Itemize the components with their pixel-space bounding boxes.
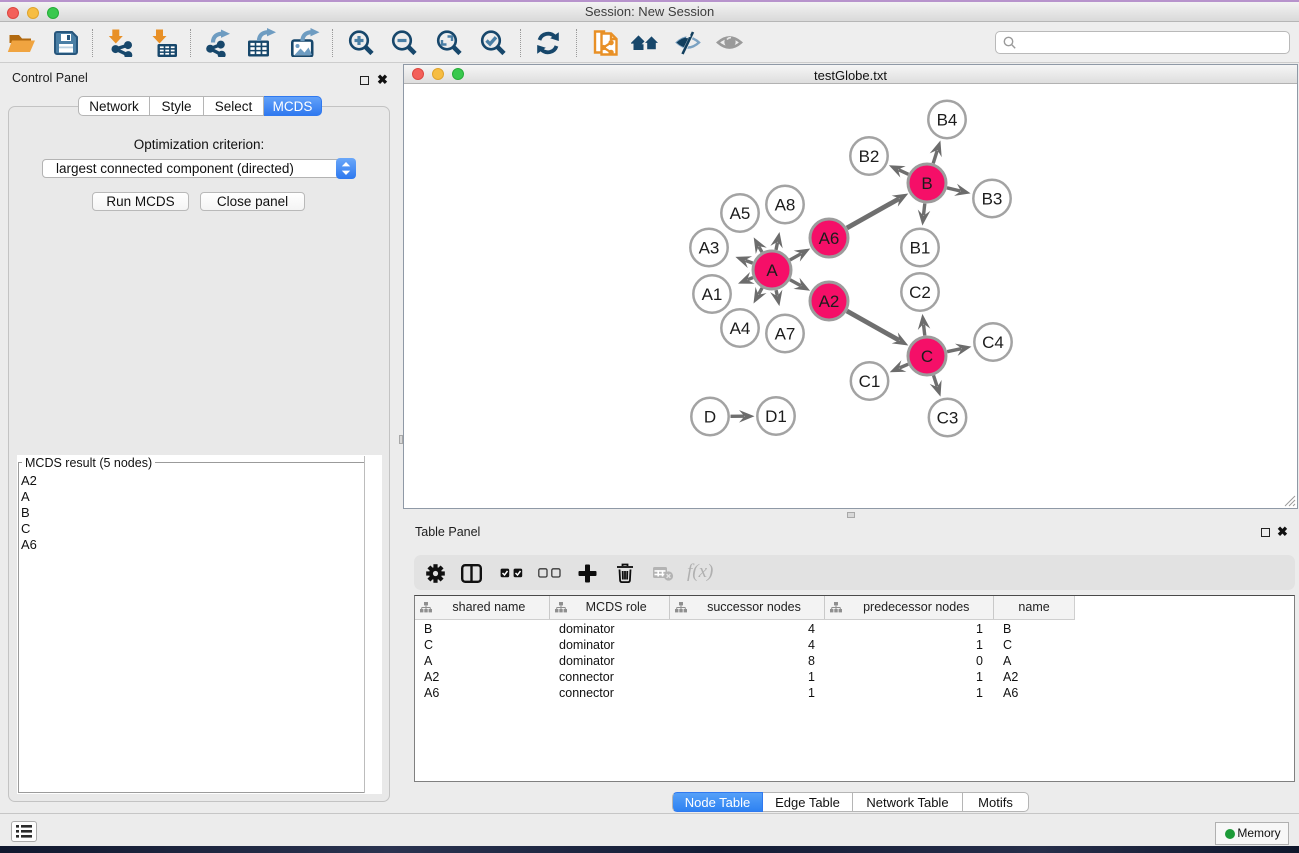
svg-text:A1: A1 [702,285,723,304]
svg-text:B2: B2 [859,147,880,166]
svg-text:C2: C2 [909,283,931,302]
svg-text:A5: A5 [730,204,751,223]
svg-text:B: B [921,174,932,193]
svg-text:B4: B4 [937,111,958,130]
svg-text:B3: B3 [982,190,1003,209]
svg-text:A4: A4 [730,319,751,338]
svg-text:C3: C3 [937,409,959,428]
svg-text:C1: C1 [859,372,881,391]
svg-text:A3: A3 [699,239,720,258]
svg-text:A8: A8 [775,196,796,215]
svg-text:D: D [704,408,716,427]
svg-text:C: C [921,347,933,366]
svg-text:D1: D1 [765,407,787,426]
svg-text:A7: A7 [775,325,796,344]
svg-text:B1: B1 [910,239,931,258]
svg-text:A6: A6 [819,229,840,248]
svg-text:C4: C4 [982,333,1004,352]
svg-text:A2: A2 [819,292,840,311]
svg-text:A: A [766,261,778,280]
